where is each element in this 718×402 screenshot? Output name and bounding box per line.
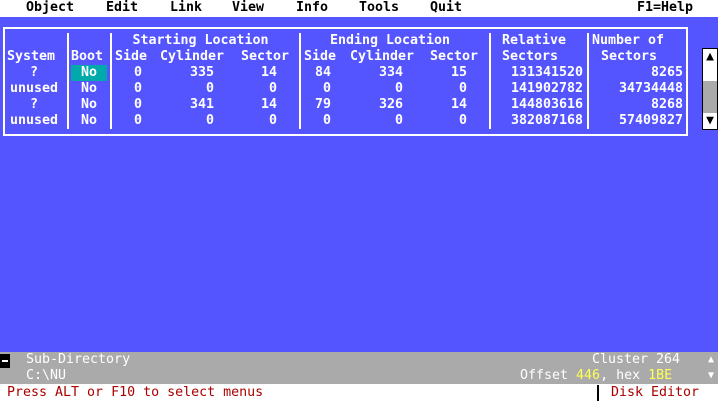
cell-start-side[interactable]: 0 [120,65,142,81]
help-key[interactable]: F1=Help [637,0,693,16]
header-ending-location: Ending Location [329,33,451,48]
cell-relative-sectors[interactable]: 131341520 [500,65,583,81]
cluster-label: Cluster 264 [592,352,681,367]
scrollbar[interactable]: ▲ ▼ [702,48,718,130]
header-boot: Boot [71,49,104,64]
menu-bar: Object Edit Link View Info Tools Quit F1… [0,0,718,17]
cell-boot[interactable]: No [71,81,107,97]
divider [489,33,491,129]
menu-info[interactable]: Info [296,0,328,16]
hint-text: Press ALT or F10 to select menus [7,385,264,400]
cell-end-cylinder[interactable]: 334 [360,65,403,81]
header-end-cylinder: Cylinder [350,49,415,64]
cell-number-of-sectors[interactable]: 8268 [590,97,683,113]
offset-decimal: 446 [576,368,601,383]
divider [110,33,112,129]
app-name: Disk Editor [611,385,700,400]
hex-label: , hex [600,368,649,383]
divider [587,33,589,129]
divider [597,385,599,401]
cell-system[interactable]: ? [5,97,63,113]
cell-start-side[interactable]: 0 [120,113,142,129]
scroll-down-icon[interactable]: ▼ [708,368,714,384]
cell-boot[interactable]: No [71,65,107,81]
object-type: Sub-Directory [26,352,131,367]
cell-end-sector[interactable]: 0 [430,81,467,97]
menu-view[interactable]: View [232,0,264,16]
cell-system[interactable]: unused [5,81,63,97]
offset-hex: 1BE [648,368,673,383]
offset-readout: Offset 446, hex 1BE [520,368,672,384]
offset-label: Offset [520,368,577,383]
cell-system[interactable]: ? [5,65,63,81]
cell-start-side[interactable]: 0 [120,97,142,113]
cell-start-sector[interactable]: 0 [240,113,277,129]
cell-system[interactable]: unused [5,113,63,129]
cell-number-of-sectors[interactable]: 8265 [590,65,683,81]
cell-boot[interactable]: No [71,113,107,129]
cell-start-cylinder[interactable]: 341 [170,97,214,113]
cell-end-side[interactable]: 84 [300,65,331,81]
header-number-sectors: Sectors [601,49,658,64]
cell-relative-sectors[interactable]: 382087168 [500,113,583,129]
cell-start-side[interactable]: 0 [120,81,142,97]
header-start-cylinder: Cylinder [160,49,225,64]
cell-boot[interactable]: No [71,97,107,113]
cell-start-sector[interactable]: 14 [240,97,277,113]
scroll-down-arrow-icon[interactable]: ▼ [703,113,717,129]
scroll-up-icon[interactable]: ▲ [708,352,714,368]
header-relative-sectors: Sectors [502,49,559,64]
header-end-sector: Sector [430,49,479,64]
current-path: C:\NU [26,368,67,383]
cell-end-cylinder[interactable]: 326 [360,97,403,113]
cell-start-cylinder[interactable]: 0 [170,113,214,129]
header-starting-location: Starting Location [132,33,269,48]
window-control-icon[interactable] [0,354,10,368]
header-relative: Relative [502,33,567,48]
divider [67,33,69,129]
scroll-up-arrow-icon[interactable]: ▲ [703,49,717,65]
cell-end-side[interactable]: 79 [300,97,331,113]
menu-tools[interactable]: Tools [359,0,399,16]
cell-end-sector[interactable]: 0 [430,113,467,129]
cell-start-cylinder[interactable]: 335 [170,65,214,81]
cell-end-sector[interactable]: 14 [430,97,467,113]
status-panel: Sub-Directory C:\NU Cluster 264 Offset 4… [0,352,718,384]
cell-number-of-sectors[interactable]: 34734448 [590,81,683,97]
cell-relative-sectors[interactable]: 144803616 [500,97,583,113]
cell-end-cylinder[interactable]: 0 [360,81,403,97]
header-system: System [7,49,56,64]
scroll-thumb[interactable] [703,65,717,81]
menu-quit[interactable]: Quit [430,0,462,16]
menu-object[interactable]: Object [26,0,74,16]
cell-end-side[interactable]: 0 [300,113,331,129]
header-end-side: Side [304,49,337,64]
header-start-sector: Sector [241,49,290,64]
cell-end-cylinder[interactable]: 0 [360,113,403,129]
hint-bar: Press ALT or F10 to select menus Disk Ed… [0,384,718,402]
cell-end-sector[interactable]: 15 [430,65,467,81]
cell-number-of-sectors[interactable]: 57409827 [590,113,683,129]
menu-link[interactable]: Link [170,0,202,16]
cell-start-sector[interactable]: 14 [240,65,277,81]
header-start-side: Side [115,49,148,64]
cell-end-side[interactable]: 0 [300,81,331,97]
cell-start-cylinder[interactable]: 0 [170,81,214,97]
cell-relative-sectors[interactable]: 141902782 [500,81,583,97]
cell-start-sector[interactable]: 0 [240,81,277,97]
menu-edit[interactable]: Edit [106,0,138,16]
header-number-of: Number of [592,33,665,48]
